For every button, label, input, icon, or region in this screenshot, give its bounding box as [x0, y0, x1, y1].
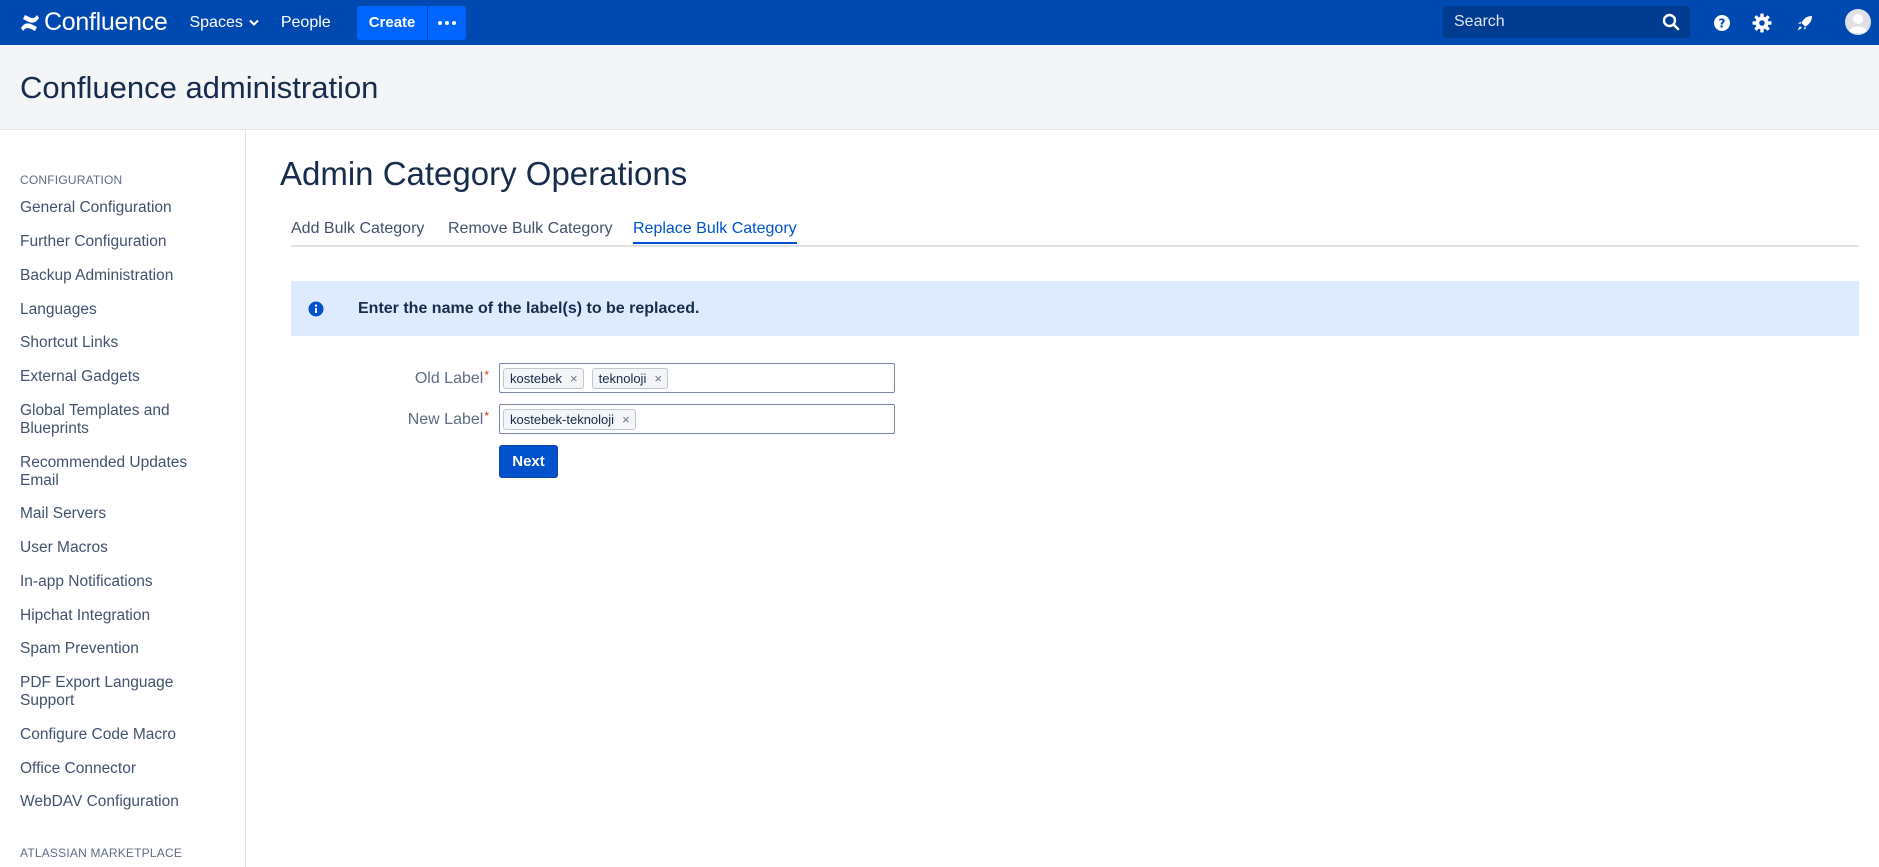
- next-button[interactable]: Next: [499, 445, 558, 478]
- sidebar-item-general-configuration[interactable]: General Configuration: [20, 199, 220, 217]
- confluence-logo-icon: [21, 14, 39, 31]
- sidebar-item-webdav-configuration[interactable]: WebDAV Configuration: [20, 793, 220, 811]
- label-tag-text: kostebek-teknoloji: [510, 411, 615, 427]
- remove-tag-icon[interactable]: ×: [654, 371, 662, 386]
- help-icon[interactable]: ?: [1710, 11, 1734, 35]
- old-label-tag-input[interactable]: kostebek × teknoloji ×: [499, 363, 895, 393]
- new-label-caption-text: New Label: [407, 411, 484, 428]
- tab-replace-bulk-category[interactable]: Replace Bulk Category: [633, 220, 797, 244]
- old-label-caption: Old Label*: [414, 368, 489, 388]
- confluence-logo[interactable]: Confluence: [20, 8, 168, 37]
- new-label-caption: New Label*: [407, 409, 489, 429]
- confluence-logo-text: Confluence: [44, 8, 168, 36]
- search-input[interactable]: [1443, 13, 1643, 31]
- sidebar-item-backup-administration[interactable]: Backup Administration: [20, 267, 220, 285]
- more-dot-icon: [438, 20, 443, 25]
- sidebar-item-user-macros[interactable]: User Macros: [20, 539, 220, 557]
- tab-bar: Add Bulk Category Remove Bulk Category R…: [291, 217, 1859, 247]
- sidebar-item-office-connector[interactable]: Office Connector: [20, 760, 220, 778]
- main-content: Admin Category Operations Add Bulk Categ…: [246, 130, 1879, 867]
- sidebar-item-global-templates[interactable]: Global Templates and Blueprints: [20, 402, 220, 438]
- search-icon[interactable]: [1662, 13, 1680, 36]
- tab-remove-bulk-category[interactable]: Remove Bulk Category: [448, 220, 613, 242]
- chevron-down-icon: [249, 19, 259, 27]
- top-navigation-bar: Confluence Spaces People Create ?: [0, 0, 1879, 45]
- sidebar-item-further-configuration[interactable]: Further Configuration: [20, 233, 220, 251]
- spaces-label: Spaces: [189, 13, 243, 31]
- label-tag: teknoloji ×: [591, 367, 668, 389]
- admin-sidebar: CONFIGURATION General Configuration Furt…: [0, 130, 246, 867]
- search-box: [1443, 6, 1690, 38]
- spaces-menu[interactable]: Spaces: [189, 13, 259, 32]
- new-label-tag-input[interactable]: kostebek-teknoloji ×: [499, 404, 895, 434]
- required-marker: *: [484, 368, 489, 382]
- label-tag: kostebek ×: [503, 367, 584, 389]
- new-label-row: New Label* kostebek-teknoloji ×: [291, 404, 895, 434]
- label-tag-text: teknoloji: [598, 370, 647, 386]
- info-message-text: Enter the name of the label(s) to be rep…: [358, 299, 700, 317]
- sidebar-item-spam-prevention[interactable]: Spam Prevention: [20, 640, 220, 658]
- label-tag: kostebek-teknoloji ×: [503, 408, 636, 430]
- configuration-heading: CONFIGURATION: [20, 173, 123, 187]
- more-dot-icon: [445, 20, 450, 25]
- sidebar-item-hipchat-integration[interactable]: Hipchat Integration: [20, 607, 220, 625]
- more-dot-icon: [452, 20, 457, 25]
- old-label-row: Old Label* kostebek × teknoloji ×: [291, 363, 895, 393]
- marketplace-heading: ATLASSIAN MARKETPLACE: [20, 846, 183, 860]
- people-link[interactable]: People: [281, 14, 331, 32]
- required-marker: *: [484, 409, 489, 423]
- sidebar-item-shortcut-links[interactable]: Shortcut Links: [20, 334, 220, 352]
- sidebar-item-mail-servers[interactable]: Mail Servers: [20, 505, 220, 523]
- people-label: People: [280, 13, 331, 31]
- svg-text:?: ?: [1719, 17, 1726, 31]
- create-button-group: Create: [356, 5, 467, 40]
- sidebar-item-in-app-notifications[interactable]: In-app Notifications: [20, 573, 220, 591]
- sidebar-item-external-gadgets[interactable]: External Gadgets: [20, 368, 220, 386]
- admin-title: Confluence administration: [20, 70, 379, 105]
- page-title: Admin Category Operations: [280, 155, 688, 192]
- sidebar-item-configure-code-macro[interactable]: Configure Code Macro: [20, 726, 220, 744]
- create-button[interactable]: Create: [356, 5, 428, 40]
- admin-header: Confluence administration: [0, 45, 1879, 130]
- sidebar-item-languages[interactable]: Languages: [20, 301, 220, 319]
- notifications-rocket-icon[interactable]: [1793, 11, 1817, 35]
- remove-tag-icon[interactable]: ×: [622, 412, 630, 427]
- info-message: Enter the name of the label(s) to be rep…: [291, 281, 1859, 336]
- gear-icon[interactable]: [1750, 11, 1774, 35]
- old-label-caption-text: Old Label: [414, 370, 484, 387]
- info-icon: [308, 301, 324, 317]
- sidebar-item-pdf-export-language[interactable]: PDF Export Language Support: [20, 674, 220, 710]
- tab-add-bulk-category[interactable]: Add Bulk Category: [291, 220, 424, 242]
- remove-tag-icon[interactable]: ×: [570, 371, 578, 386]
- user-avatar-icon[interactable]: [1844, 8, 1872, 36]
- sidebar-item-recommended-updates[interactable]: Recommended Updates Email: [20, 454, 220, 490]
- label-tag-text: kostebek: [510, 370, 563, 386]
- create-more-button[interactable]: [427, 5, 467, 40]
